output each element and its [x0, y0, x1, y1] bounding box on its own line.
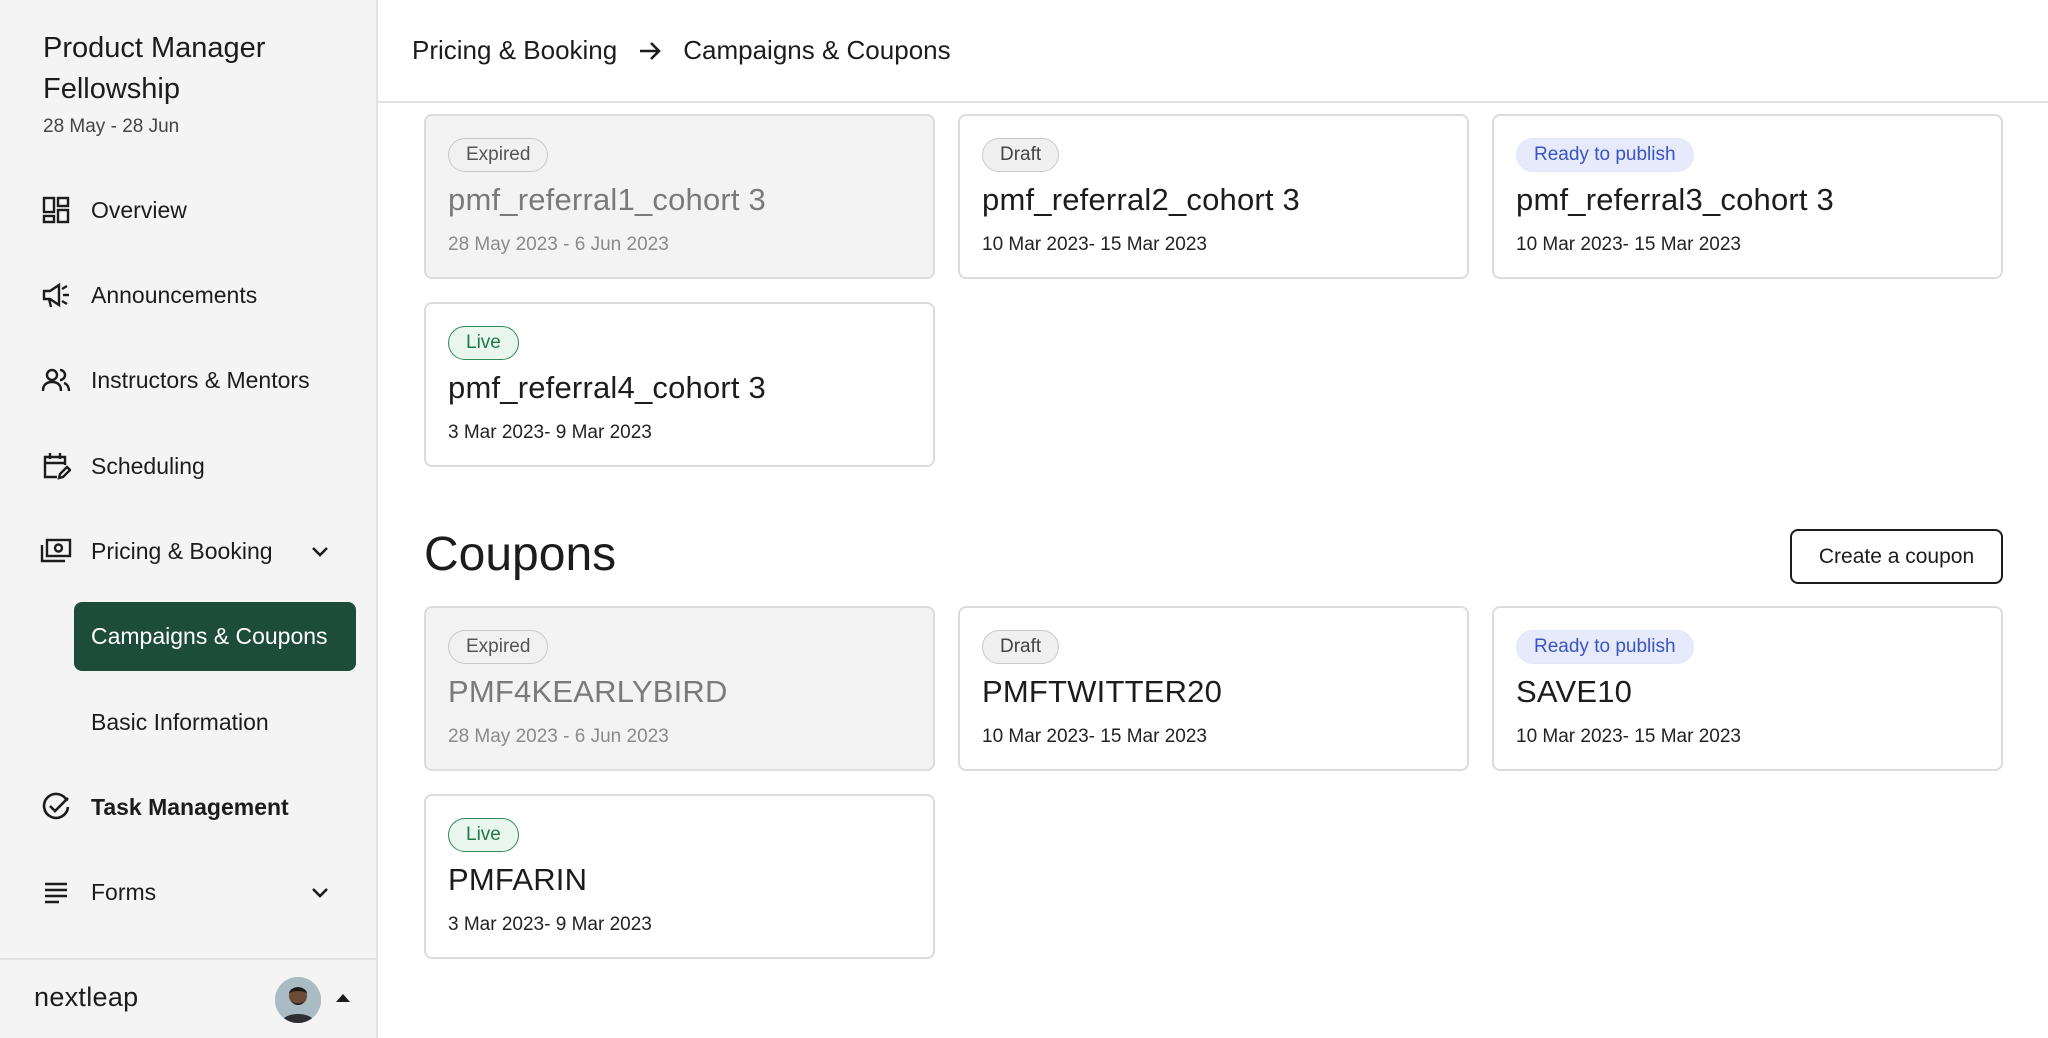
caret-up-icon[interactable]	[336, 994, 350, 1002]
campaign-name: pmf_referral1_cohort 3	[448, 182, 767, 217]
status-badge: Live	[448, 326, 519, 360]
sidebar-item-forms[interactable]: Forms	[40, 872, 340, 912]
breadcrumb-campaigns-coupons: Campaigns & Coupons	[683, 35, 951, 65]
campaign-dates: 28 May 2023 - 6 Jun 2023	[448, 234, 669, 255]
calendar-edit-icon	[40, 450, 72, 482]
status-badge: Draft	[982, 630, 1060, 664]
status-badge: Expired	[448, 138, 549, 172]
avatar[interactable]	[275, 977, 321, 1023]
sidebar: Product Manager Fellowship 28 May - 28 J…	[0, 0, 378, 1038]
money-icon	[40, 535, 72, 567]
dashboard-icon	[40, 194, 72, 226]
campaign-dates: 10 Mar 2023- 15 Mar 2023	[1516, 234, 1741, 255]
brand-logo: nextleap	[34, 982, 139, 1012]
sidebar-item-scheduling[interactable]: Scheduling	[40, 446, 205, 486]
sidebar-item-task-management[interactable]: Task Management	[40, 787, 289, 827]
campaign-dates: 3 Mar 2023- 9 Mar 2023	[448, 422, 652, 443]
arrow-right-icon	[640, 41, 662, 60]
campaign-name: pmf_referral4_cohort 3	[448, 370, 767, 405]
program-title: Product Manager Fellowship	[43, 32, 266, 105]
people-icon	[40, 364, 72, 396]
sidebar-item-basic-information[interactable]: Basic Information	[74, 688, 356, 757]
sidebar-item-label: Instructors & Mentors	[91, 366, 310, 393]
coupon-dates: 10 Mar 2023- 15 Mar 2023	[1516, 726, 1741, 747]
status-badge: Live	[448, 818, 519, 852]
megaphone-icon	[40, 279, 72, 311]
sidebar-item-campaigns-coupons[interactable]: Campaigns & Coupons	[74, 602, 356, 671]
sidebar-item-label: Task Management	[91, 793, 289, 820]
status-badge: Ready to publish	[1516, 630, 1694, 664]
check-circle-icon	[40, 791, 72, 823]
coupon-card[interactable]: Draft PMFTWITTER20 10 Mar 2023- 15 Mar 2…	[958, 606, 1469, 771]
coupon-dates: 3 Mar 2023- 9 Mar 2023	[448, 914, 652, 935]
sidebar-item-instructors[interactable]: Instructors & Mentors	[40, 360, 310, 400]
breadcrumb: Pricing & Booking Campaigns & Coupons	[378, 0, 2048, 103]
status-badge: Ready to publish	[1516, 138, 1694, 172]
coupons-section-title: Coupons	[424, 528, 617, 581]
campaign-card[interactable]: Draft pmf_referral2_cohort 3 10 Mar 2023…	[958, 114, 1469, 279]
campaign-name: pmf_referral3_cohort 3	[1516, 182, 1835, 217]
coupon-code: PMFTWITTER20	[982, 674, 1223, 709]
coupon-dates: 28 May 2023 - 6 Jun 2023	[448, 726, 669, 747]
sidebar-footer: nextleap	[0, 958, 378, 1038]
coupon-dates: 10 Mar 2023- 15 Mar 2023	[982, 726, 1207, 747]
sidebar-item-overview[interactable]: Overview	[40, 190, 187, 230]
campaign-dates: 10 Mar 2023- 15 Mar 2023	[982, 234, 1207, 255]
coupon-card[interactable]: Expired PMF4KEARLYBIRD 28 May 2023 - 6 J…	[424, 606, 935, 771]
breadcrumb-pricing-booking[interactable]: Pricing & Booking	[412, 35, 617, 66]
chevron-down-icon[interactable]	[308, 539, 332, 563]
sidebar-item-label: Announcements	[91, 281, 258, 308]
coupon-card[interactable]: Ready to publish SAVE10 10 Mar 2023- 15 …	[1492, 606, 2003, 771]
program-dates: 28 May - 28 Jun	[43, 116, 180, 137]
sidebar-item-label: Forms	[91, 878, 157, 905]
sidebar-item-announcements[interactable]: Announcements	[40, 275, 257, 315]
status-badge: Expired	[448, 630, 549, 664]
chevron-down-icon[interactable]	[308, 880, 332, 904]
campaign-card[interactable]: Ready to publish pmf_referral3_cohort 3 …	[1492, 114, 2003, 279]
coupon-card[interactable]: Live PMFARIN 3 Mar 2023- 9 Mar 2023	[424, 794, 935, 959]
sidebar-item-pricing-booking[interactable]: Pricing & Booking	[40, 531, 340, 571]
sidebar-item-label: Scheduling	[91, 452, 205, 479]
sidebar-subitem-label: Basic Information	[91, 709, 269, 735]
status-badge: Draft	[982, 138, 1060, 172]
coupon-code: SAVE10	[1516, 674, 1633, 709]
list-icon	[40, 876, 72, 908]
coupon-code: PMF4KEARLYBIRD	[448, 674, 728, 709]
campaign-card[interactable]: Expired pmf_referral1_cohort 3 28 May 20…	[424, 114, 935, 279]
sidebar-subitem-label: Campaigns & Coupons	[91, 623, 328, 649]
sidebar-item-label: Overview	[91, 196, 187, 223]
sidebar-item-label: Pricing & Booking	[91, 537, 273, 564]
create-coupon-button[interactable]: Create a coupon	[1790, 529, 2003, 584]
coupon-code: PMFARIN	[448, 862, 588, 897]
campaign-card[interactable]: Live pmf_referral4_cohort 3 3 Mar 2023- …	[424, 302, 935, 467]
campaign-name: pmf_referral2_cohort 3	[982, 182, 1301, 217]
